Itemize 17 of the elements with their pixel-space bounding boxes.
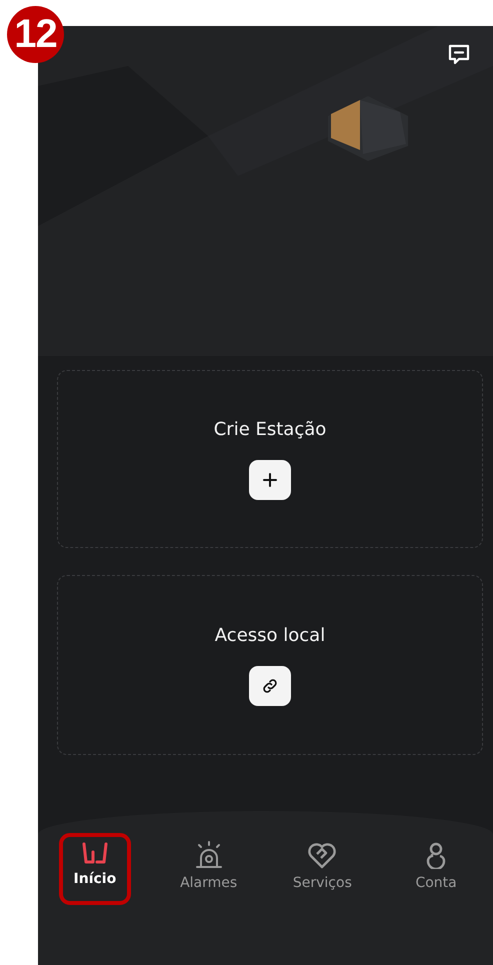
siren-icon — [194, 841, 224, 869]
card-title: Acesso local — [214, 624, 326, 646]
nav-tab[interactable]: Alarmes — [176, 835, 241, 897]
nav-tab[interactable]: Início — [62, 835, 127, 893]
card-title: Crie Estação — [214, 418, 326, 440]
nav-tab[interactable]: Conta — [404, 835, 468, 897]
w-logo-icon — [80, 841, 109, 865]
nav-tab[interactable]: Serviços — [290, 835, 354, 897]
step-badge: 12 — [7, 6, 64, 63]
action-card[interactable]: Acesso local — [57, 575, 483, 755]
chat-icon[interactable] — [447, 42, 471, 66]
action-card[interactable]: Crie Estação — [57, 370, 483, 548]
plus-icon — [262, 472, 278, 488]
link-button[interactable] — [249, 666, 291, 706]
link-icon — [261, 676, 279, 694]
add-button[interactable] — [249, 460, 291, 500]
heart-icon — [307, 841, 338, 869]
